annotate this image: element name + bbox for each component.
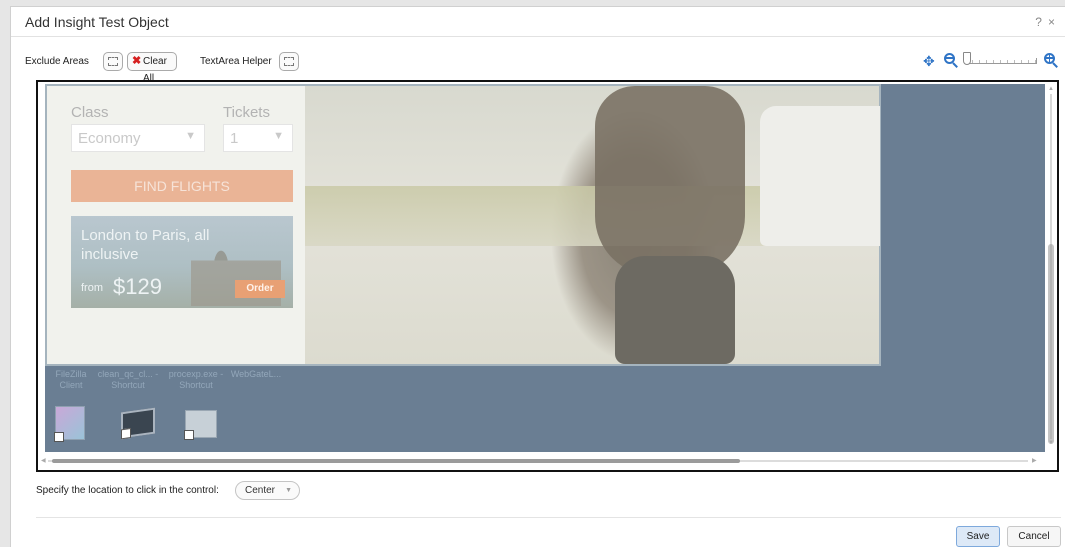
save-button[interactable]: Save: [956, 526, 1000, 547]
desktop-label: clean_qc_cl... - Shortcut: [97, 369, 159, 390]
cancel-button[interactable]: Cancel: [1007, 526, 1061, 547]
promo-price: $129: [113, 274, 162, 299]
desktop-shortcut-icon: [184, 410, 217, 440]
click-location-value: Center: [245, 485, 276, 496]
caret-down-icon: ▼: [285, 487, 292, 494]
tickets-label: Tickets: [223, 104, 270, 121]
add-insight-dialog: Add Insight Test Object ?× Exclude Areas…: [10, 6, 1065, 547]
textarea-helper-label: TextArea Helper: [200, 56, 272, 67]
captured-webpage: Class Tickets Economy ▼ 1 ▼ FIND FLIGHTS…: [45, 84, 881, 366]
zoom-in-icon[interactable]: [1043, 51, 1059, 69]
promo-from: from: [81, 282, 103, 294]
vertical-scrollbar[interactable]: ▲ ▼: [1046, 84, 1057, 452]
desktop-shortcut-icon: [54, 406, 85, 442]
desktop-shortcut-icon: [121, 407, 155, 440]
horizontal-scrollbar[interactable]: ◀ ▶: [40, 456, 1040, 466]
textarea-helper-button[interactable]: [279, 52, 299, 71]
scroll-right-icon[interactable]: ▶: [1032, 457, 1037, 464]
zoom-slider-track[interactable]: [965, 58, 1037, 64]
zoom-slider-thumb[interactable]: [963, 52, 971, 65]
scroll-up-icon[interactable]: ▲: [1048, 86, 1054, 92]
title-actions: ?×: [1035, 15, 1061, 29]
selection-box-icon: [108, 57, 118, 66]
chevron-down-icon: ▼: [273, 130, 284, 142]
capture-viewer: Class Tickets Economy ▼ 1 ▼ FIND FLIGHTS…: [36, 80, 1059, 472]
promo-title: London to Paris, all inclusive: [81, 227, 210, 263]
click-location-select[interactable]: Center ▼: [235, 481, 300, 500]
clear-all-button[interactable]: ✖ Clear All: [127, 52, 177, 84]
chevron-down-icon: ▼: [185, 130, 196, 142]
tickets-select: 1 ▼: [223, 124, 293, 152]
footer-divider: [36, 517, 1061, 518]
scooter-photo: [305, 86, 880, 364]
class-label: Class: [71, 104, 109, 121]
tickets-value: 1: [230, 130, 239, 147]
scroll-down-icon[interactable]: ▼: [1048, 440, 1054, 446]
horizontal-scroll-thumb[interactable]: [52, 459, 740, 463]
toolbar: Exclude Areas ✖ Clear All TextArea Helpe…: [11, 51, 1065, 84]
dialog-titlebar: Add Insight Test Object ?×: [11, 7, 1065, 37]
promo-card: London to Paris, all inclusive from $129…: [71, 216, 293, 308]
desktop-label: procexp.exe - Shortcut: [168, 369, 224, 390]
click-location-label: Specify the location to click in the con…: [36, 485, 219, 496]
desktop-label: WebGateL...: [230, 369, 282, 379]
order-button: Order: [235, 280, 285, 298]
vertical-scroll-thumb[interactable]: [1048, 244, 1054, 444]
scroll-left-icon[interactable]: ◀: [41, 457, 46, 464]
selection-box-icon: [284, 57, 294, 66]
move-icon[interactable]: ✥: [923, 54, 935, 68]
capture-canvas[interactable]: Class Tickets Economy ▼ 1 ▼ FIND FLIGHTS…: [45, 84, 1045, 452]
exclude-area-select-button[interactable]: [103, 52, 123, 71]
desktop-label: FileZilla Client: [55, 369, 87, 390]
clear-x-icon: ✖: [132, 55, 142, 67]
class-value: Economy: [78, 130, 141, 147]
dialog-title: Add Insight Test Object: [25, 14, 169, 30]
exclude-areas-label: Exclude Areas: [25, 56, 89, 67]
zoom-out-icon[interactable]: [943, 51, 959, 69]
find-flights-button: FIND FLIGHTS: [71, 170, 293, 202]
close-icon[interactable]: ×: [1048, 15, 1061, 29]
class-select: Economy ▼: [71, 124, 205, 152]
help-icon[interactable]: ?: [1035, 15, 1048, 29]
